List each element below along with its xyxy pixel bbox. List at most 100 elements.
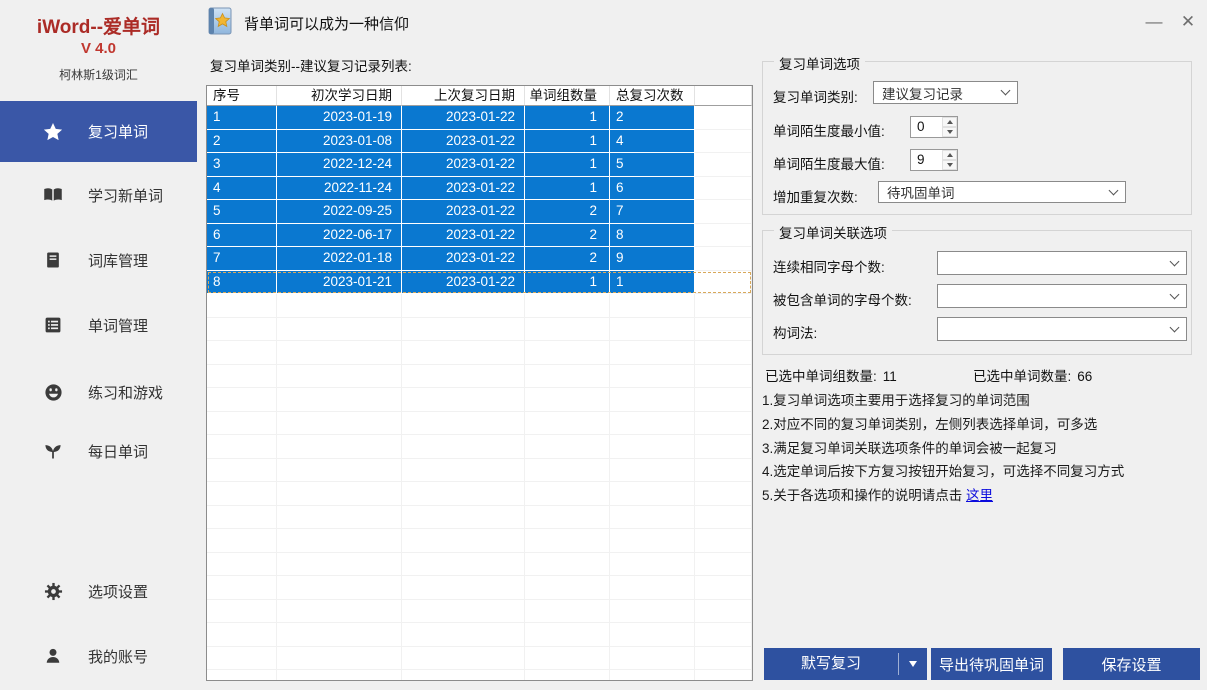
help-link[interactable]: 这里 — [966, 488, 993, 503]
table-row[interactable]: 3 2022-12-24 2023-01-22 1 5 — [207, 153, 752, 177]
table-empty-cell — [525, 411, 610, 435]
sidebar-item-label: 选项设置 — [88, 583, 149, 601]
selected-words-label: 已选中单词数量: — [973, 369, 1072, 384]
sidebar-item-label: 我的账号 — [88, 648, 149, 666]
table-cell: 2023-01-22 — [402, 223, 525, 247]
table-empty-cell — [402, 599, 525, 623]
minimize-button[interactable]: — — [1140, 8, 1168, 36]
table-empty-cell — [695, 623, 752, 647]
table-row[interactable]: 5 2022-09-25 2023-01-22 2 7 — [207, 200, 752, 224]
instruction-text: 4.选定单词后按下方复习按钮开始复习，可选择不同复习方式 — [762, 464, 1125, 480]
table-empty-row — [207, 599, 752, 623]
table-empty-cell — [207, 505, 277, 529]
table-empty-cell — [610, 599, 695, 623]
table-cell: 4 — [610, 129, 695, 153]
close-button[interactable]: ✕ — [1174, 8, 1202, 36]
table-cell-filler — [695, 176, 752, 200]
table-row[interactable]: 1 2023-01-19 2023-01-22 1 2 — [207, 106, 752, 130]
instruction-line: 5.关于各选项和操作的说明请点击 这里 — [762, 484, 1202, 508]
group-legend: 复习单词关联选项 — [774, 222, 892, 242]
table-empty-cell — [695, 482, 752, 506]
table-row[interactable]: 6 2022-06-17 2023-01-22 2 8 — [207, 223, 752, 247]
table-empty-cell — [610, 435, 695, 459]
instruction-line: 4.选定单词后按下方复习按钮开始复习，可选择不同复习方式 — [762, 460, 1202, 484]
table-empty-row — [207, 458, 752, 482]
selected-groups-label: 已选中单词组数量: — [765, 369, 877, 384]
table-row[interactable]: 8 2023-01-21 2023-01-22 1 1 — [207, 270, 752, 294]
column-header[interactable]: 总复习次数 — [610, 86, 695, 106]
app-lexicon: 柯林斯1级词汇 — [59, 68, 138, 82]
list-icon — [42, 314, 64, 336]
column-header[interactable]: 序号 — [207, 86, 277, 106]
table-empty-cell — [402, 482, 525, 506]
table-empty-cell — [695, 670, 752, 680]
table-cell: 5 — [207, 200, 277, 224]
spin-down-icon[interactable] — [942, 127, 957, 137]
caption-text: 背单词可以成为一种信仰 — [244, 16, 410, 33]
sidebar-item-settings[interactable]: 选项设置 — [0, 571, 197, 611]
table-empty-row — [207, 341, 752, 365]
spin-up-icon[interactable] — [942, 150, 957, 160]
table-empty-cell — [525, 505, 610, 529]
table-cell: 2022-11-24 — [277, 176, 402, 200]
table-empty-cell — [610, 670, 695, 680]
table-empty-cell — [207, 364, 277, 388]
table-cell: 1 — [525, 106, 610, 130]
table-empty-row — [207, 576, 752, 600]
column-header[interactable]: 初次学习日期 — [277, 86, 402, 106]
spin-down-icon[interactable] — [942, 160, 957, 170]
sidebar-item-lexicon-management[interactable]: 词库管理 — [0, 240, 197, 280]
export-consolidation-words-button[interactable]: 导出待巩固单词 — [931, 648, 1052, 680]
category-select[interactable]: 建议复习记录 — [873, 81, 1018, 104]
column-header[interactable]: 上次复习日期 — [402, 86, 525, 106]
table-empty-row — [207, 435, 752, 459]
table-empty-cell — [207, 317, 277, 341]
sidebar-item-label: 每日单词 — [88, 443, 149, 461]
table-empty-cell — [402, 458, 525, 482]
sidebar: iWord--爱单词 V 4.0 柯林斯1级词汇 复习单词 学习新单词 词库管理 单词… — [0, 0, 206, 690]
table-empty-cell — [610, 458, 695, 482]
table-row[interactable]: 2 2023-01-08 2023-01-22 1 4 — [207, 129, 752, 153]
app-title: iWord--爱单词 — [36, 17, 161, 38]
save-settings-button[interactable]: 保存设置 — [1063, 648, 1200, 680]
table-empty-cell — [207, 670, 277, 680]
table-cell: 5 — [610, 153, 695, 177]
table-empty-cell — [525, 341, 610, 365]
table-empty-row — [207, 317, 752, 341]
sidebar-item-review-words[interactable]: 复习单词 — [0, 101, 197, 162]
min-unfamiliarity-stepper[interactable]: 0 — [910, 116, 958, 138]
repeat-count-select[interactable]: 待巩固单词 — [878, 181, 1126, 203]
sidebar-item-daily-words[interactable]: 每日单词 — [0, 431, 197, 471]
max-unfamiliarity-stepper[interactable]: 9 — [910, 149, 958, 171]
sidebar-item-practice-games[interactable]: 练习和游戏 — [0, 372, 197, 412]
sidebar-item-my-account[interactable]: 我的账号 — [0, 636, 197, 676]
instruction-text: 3.满足复习单词关联选项条件的单词会被一起复习 — [762, 440, 1057, 456]
triangle-down-icon — [909, 661, 917, 667]
word-formation-select[interactable] — [937, 317, 1187, 341]
table-empty-cell — [402, 505, 525, 529]
table-empty-cell — [695, 646, 752, 670]
table-empty-cell — [207, 458, 277, 482]
dictation-review-button[interactable]: 默写复习 — [764, 648, 898, 680]
table-cell: 2023-01-08 — [277, 129, 402, 153]
table-cell: 2022-01-18 — [277, 247, 402, 271]
table-empty-cell — [402, 576, 525, 600]
selected-words-status: 已选中单词数量: 66 — [973, 365, 1092, 385]
table-empty-cell — [525, 670, 610, 680]
same-letters-select[interactable] — [937, 251, 1187, 275]
review-mode-dropdown-button[interactable] — [899, 648, 927, 680]
table-empty-cell — [207, 552, 277, 576]
app-window: 背单词可以成为一种信仰 — ✕ iWord--爱单词 V 4.0 柯林斯1级词汇… — [0, 0, 1207, 690]
table-row[interactable]: 7 2022-01-18 2023-01-22 2 9 — [207, 247, 752, 271]
contained-letters-select[interactable] — [937, 284, 1187, 308]
column-header[interactable]: 单词组数量 — [525, 86, 610, 106]
dictation-review-split-button[interactable]: 默写复习 — [764, 648, 927, 680]
spin-up-icon[interactable] — [942, 117, 957, 127]
table-empty-cell — [610, 317, 695, 341]
table-empty-cell — [610, 529, 695, 553]
table-cell-filler — [695, 106, 752, 130]
table-empty-cell — [402, 294, 525, 318]
sidebar-item-learn-new-words[interactable]: 学习新单词 — [0, 175, 197, 215]
sidebar-item-word-management[interactable]: 单词管理 — [0, 305, 197, 345]
table-row[interactable]: 4 2022-11-24 2023-01-22 1 6 — [207, 176, 752, 200]
